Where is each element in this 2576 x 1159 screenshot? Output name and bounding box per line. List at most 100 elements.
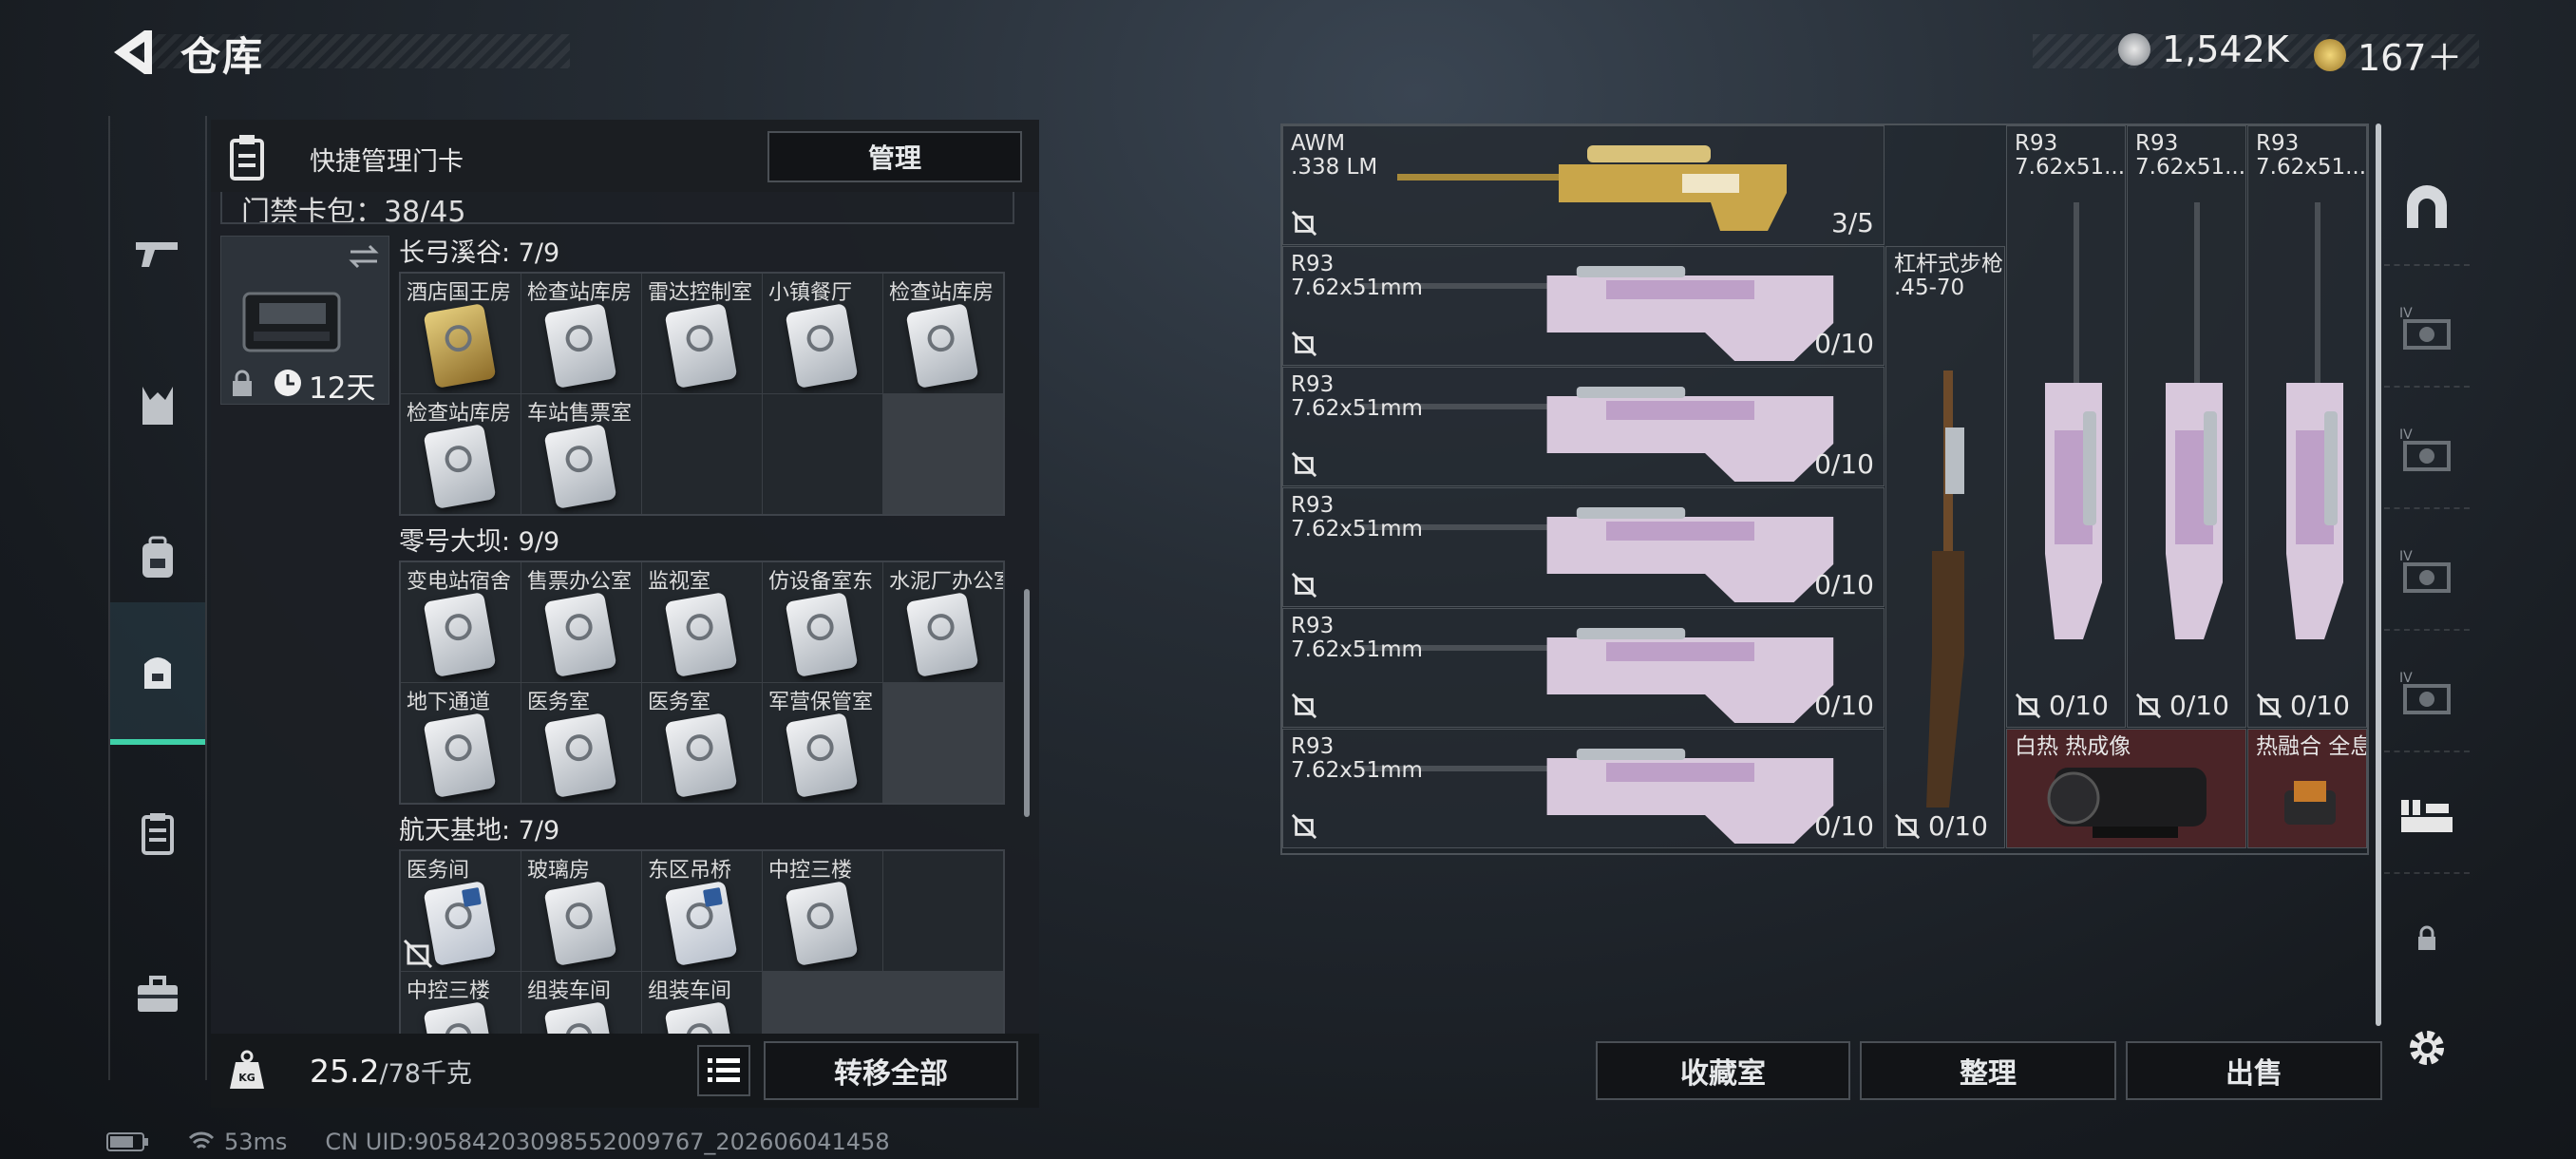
transfer-all-button[interactable]: 转移全部 [764, 1041, 1018, 1100]
rnav-attachments[interactable] [2384, 760, 2470, 874]
r93-rifle-icon [1359, 507, 1834, 602]
nav-toolbox[interactable] [110, 923, 205, 1066]
manage-button[interactable]: 管理 [767, 131, 1022, 182]
nav-weapons[interactable] [110, 182, 205, 325]
weapon-tile[interactable]: R93 7.62x51... 0/10 [2006, 125, 2126, 728]
sort-button[interactable]: 整理 [1860, 1041, 2116, 1100]
keycard-icon [664, 881, 738, 966]
keycard-icon [543, 303, 617, 389]
battery-icon [106, 1132, 148, 1151]
attachment-tile[interactable]: 白热 热成像 [2006, 729, 2246, 848]
keycard-emblem [443, 322, 474, 354]
weapon-name: R93 7.62x51mm [1291, 734, 1423, 783]
currency-silver[interactable]: 1,542K [2118, 28, 2289, 70]
rnav-arch[interactable] [2384, 152, 2470, 266]
keycard-slot[interactable]: 监视室 [642, 562, 762, 682]
card-pack-icon [242, 292, 341, 352]
nav-armor[interactable] [110, 334, 205, 477]
not-tradable-icon [1291, 813, 1317, 840]
section-title: 零号大坝: 9/9 [399, 527, 560, 557]
r93-rifle-icon [1359, 387, 1834, 482]
keycard-slot[interactable]: 售票办公室 [521, 562, 641, 682]
rnav-locked[interactable] [2384, 882, 2470, 996]
weapon-tile[interactable]: R93 7.62x51mm 0/10 [1282, 246, 1885, 366]
keycard-slot[interactable]: 地下通道 [401, 683, 521, 803]
keycard-slot[interactable]: 水泥厂办公室 [883, 562, 1003, 682]
keycard-slot[interactable]: 检查站库房 [401, 394, 521, 514]
nav-bags[interactable] [110, 602, 205, 745]
not-tradable-icon [1291, 210, 1317, 237]
keycard-slot[interactable]: 东区吊桥 [642, 851, 762, 971]
keycard-slot[interactable]: 仿设备室东 [763, 562, 882, 682]
right-scrollbar[interactable] [2376, 124, 2381, 1026]
bag-days: 12天 [309, 371, 376, 406]
keycard-emblem [805, 732, 836, 764]
sell-button[interactable]: 出售 [2126, 1041, 2382, 1100]
empty-slot [642, 394, 762, 514]
keycard-slot[interactable]: 变电站宿舍 [401, 562, 521, 682]
weapon-tile[interactable]: 杠杆式步枪 .45-70 0/10 [1885, 246, 2005, 848]
weapon-name: 白热 热成像 [2015, 734, 2131, 759]
keycard-slot[interactable]: 雷达控制室 [642, 274, 762, 393]
keycard-icon [423, 424, 497, 509]
keycard-icon [785, 881, 859, 966]
left-scrollbar[interactable] [1024, 589, 1030, 817]
attachment-tile[interactable]: 热融合 全息 [2247, 729, 2367, 848]
keycard-icon [543, 424, 617, 509]
weapon-tile[interactable]: R93 7.62x51... 0/10 [2127, 125, 2246, 728]
weapon-tile[interactable]: R93 7.62x51... 0/10 [2247, 125, 2367, 728]
collection-room-button[interactable]: 收藏室 [1596, 1041, 1850, 1100]
gold-coin-icon [2314, 38, 2346, 71]
keycard-slot[interactable]: 医务室 [521, 683, 641, 803]
not-tradable-icon [2015, 693, 2041, 719]
keycard-icon [664, 303, 738, 389]
keycard-emblem [563, 443, 595, 475]
keycard-icon [664, 592, 738, 677]
keycard-slot[interactable]: 中控三楼 [763, 851, 882, 971]
keycard-slot[interactable]: 车站售票室 [521, 394, 641, 514]
keycard-slot[interactable]: 医务室 [642, 683, 762, 803]
durability-count: 0/10 [1814, 448, 1874, 480]
keycard-emblem [684, 611, 715, 643]
keycard-label: 小镇餐厅 [768, 281, 853, 305]
keycard-label: 地下通道 [407, 691, 491, 714]
weapon-tile[interactable]: AWM .338 LM 3/5 [1282, 125, 1885, 245]
awm-rifle-icon [1397, 145, 1787, 231]
list-view-button[interactable] [697, 1045, 750, 1096]
keycard-slot[interactable]: 小镇餐厅 [763, 274, 882, 393]
keycard-slot[interactable]: 酒店国王房 [401, 274, 521, 393]
card-case-icon [142, 813, 174, 855]
keycard-slot[interactable]: 检查站库房 [883, 274, 1003, 393]
keycard-slot[interactable]: 玻璃房 [521, 851, 641, 971]
keycard-slot[interactable]: 军营保管室 [763, 683, 882, 803]
r93-rifle-icon [2045, 202, 2102, 639]
weapon-tile[interactable]: R93 7.62x51mm 0/10 [1282, 487, 1885, 607]
keycard-icon [423, 303, 497, 389]
nav-card-case[interactable] [110, 762, 205, 904]
weapon-tile[interactable]: R93 7.62x51mm 0/10 [1282, 729, 1885, 848]
keycard-slot[interactable]: 检查站库房 [521, 274, 641, 393]
rnav-attachment-2[interactable]: IV [2384, 395, 2470, 509]
weapon-tile[interactable]: R93 7.62x51mm 0/10 [1282, 608, 1885, 728]
arch-icon [2407, 185, 2447, 228]
weapon-name: 杠杆式步枪 .45-70 [1894, 252, 2003, 300]
keycard-icon [543, 592, 617, 677]
not-tradable-icon [1894, 813, 1921, 840]
keycard-label: 玻璃房 [527, 859, 591, 883]
currency-gold[interactable]: 167＋ [2314, 28, 2463, 81]
left-nav [108, 116, 207, 1080]
svg-text:KG: KG [238, 1072, 256, 1084]
keycard-icon [664, 712, 738, 798]
rnav-attachment-4[interactable]: IV [2384, 638, 2470, 752]
rnav-attachment-1[interactable]: IV [2384, 274, 2470, 388]
not-tradable-icon [1291, 572, 1317, 598]
swap-icon[interactable] [347, 242, 381, 271]
card-pack-item[interactable]: 12天 [220, 236, 389, 406]
empty-slot [883, 851, 1003, 971]
weapon-tile[interactable]: R93 7.62x51mm 0/10 [1282, 367, 1885, 486]
durability-count: 0/10 [2049, 690, 2109, 721]
rnav-attachment-3[interactable]: IV [2384, 517, 2470, 631]
card-grid: 酒店国王房 检查站库房 雷达控制室 小镇餐厅 检查站库房 检查站库房 车站售票室 [399, 272, 1005, 516]
gear-icon[interactable] [2403, 1024, 2451, 1072]
keycard-emblem [684, 322, 715, 354]
